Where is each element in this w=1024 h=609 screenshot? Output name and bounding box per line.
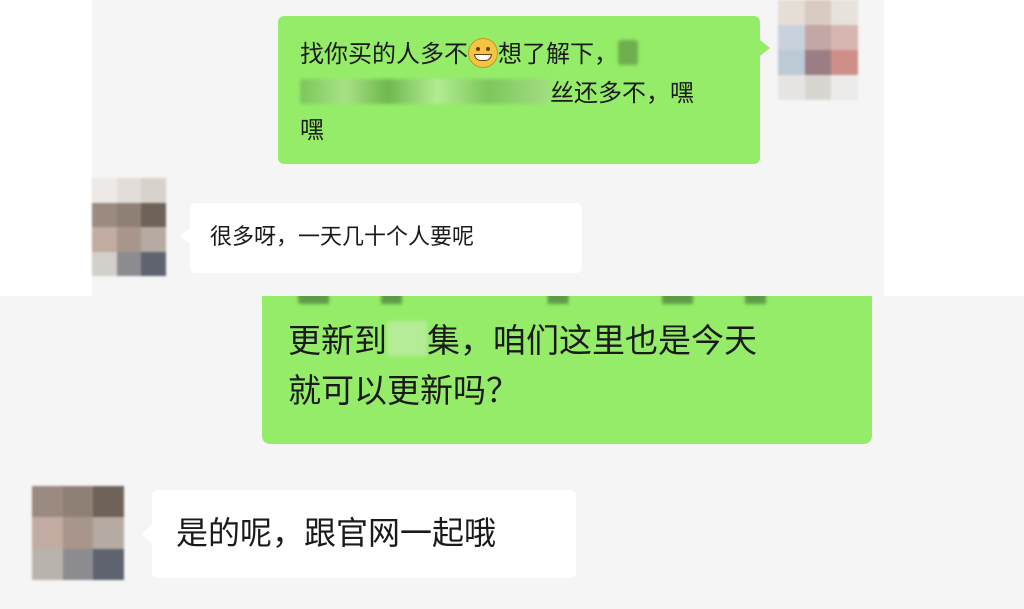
avatar-contact[interactable] <box>92 178 166 276</box>
avatar-contact[interactable] <box>32 486 124 580</box>
bottom-screenshot: 更新到 集，咱们这里也是今天 就可以更新吗？ 是的呢，跟官网一起哦 <box>0 296 1024 609</box>
message-text: 想了解下， <box>498 40 618 68</box>
message-bubble-received[interactable]: 是的呢，跟官网一起哦 <box>152 490 576 578</box>
redacted-text <box>300 78 550 105</box>
message-bubble-received[interactable]: 很多呀，一天几十个人要呢 <box>190 203 582 273</box>
message-text: 是的呢，跟官网一起哦 <box>176 514 497 552</box>
message-text: 丝还多不，嘿 <box>550 79 694 108</box>
grinning-face-icon <box>468 38 498 68</box>
message-text: 集，咱们这里也是今天 <box>427 321 757 360</box>
message-bubble-sent[interactable]: 更新到 集，咱们这里也是今天 就可以更新吗？ <box>262 296 872 444</box>
bubble-tail <box>142 524 152 544</box>
avatar-self[interactable] <box>778 0 858 100</box>
bubble-tail <box>760 40 770 56</box>
redacted-text <box>618 39 638 65</box>
chat-area: 找你买的人多不 想了解下， 丝还多不，嘿 嘿 很多呀，一天几十个人要呢 <box>92 0 884 296</box>
message-text: 更新到 <box>288 321 387 360</box>
bubble-tail <box>180 228 190 244</box>
message-text: 很多呀，一天几十个人要呢 <box>210 225 475 250</box>
top-screenshot: 找你买的人多不 想了解下， 丝还多不，嘿 嘿 很多呀，一天几十个人要呢 <box>0 0 1024 296</box>
message-text: 就可以更新吗？ <box>288 370 519 410</box>
message-text: 找你买的人多不 <box>300 40 468 68</box>
partial-text-cropped <box>288 296 846 316</box>
message-text: 嘿 <box>300 116 324 145</box>
redacted-text <box>387 321 427 356</box>
message-bubble-sent[interactable]: 找你买的人多不 想了解下， 丝还多不，嘿 嘿 <box>278 16 760 164</box>
